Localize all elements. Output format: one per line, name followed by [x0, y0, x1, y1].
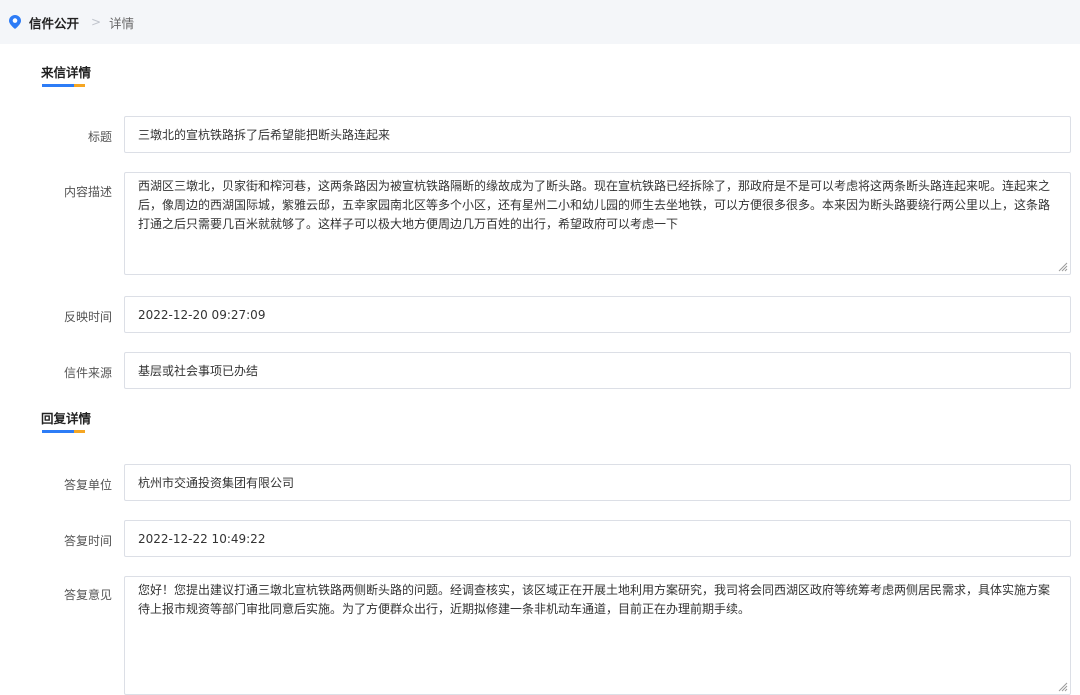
breadcrumb-bar: 信件公开 > 详情 — [0, 0, 1080, 44]
reply-section-title: 回复详情 — [41, 411, 92, 426]
description-text: 西湖区三墩北，贝家街和榨河巷，这两条路因为被宣杭铁路隔断的缘故成为了断头路。现在… — [138, 179, 1051, 231]
detail-panel: 来信详情 标题 三墩北的宣杭铁路拆了后希望能把断头路连起来 内容描述 西湖区三墩… — [6, 44, 1080, 695]
opinion-textarea[interactable]: 您好！您提出建议打通三墩北宣杭铁路两侧断头路的问题。经调查核实，该区域正在开展土… — [124, 576, 1071, 695]
submit-time-label: 反映时间 — [63, 310, 112, 324]
breadcrumb-current: 详情 — [109, 15, 135, 31]
unit-label: 答复单位 — [63, 478, 112, 492]
opinion-label: 答复意见 — [63, 588, 112, 602]
map-pin-icon — [9, 15, 21, 29]
reply-section-underline — [42, 430, 85, 433]
source-field[interactable]: 基层或社会事项已办结 — [124, 352, 1071, 389]
breadcrumb-separator: > — [91, 15, 102, 29]
description-textarea[interactable]: 西湖区三墩北，贝家街和榨河巷，这两条路因为被宣杭铁路隔断的缘故成为了断头路。现在… — [124, 172, 1071, 275]
source-label: 信件来源 — [63, 366, 112, 380]
description-label: 内容描述 — [63, 185, 112, 199]
resize-handle-icon[interactable] — [1058, 682, 1068, 692]
letter-section-title: 来信详情 — [41, 65, 92, 80]
letter-section-underline — [42, 84, 85, 87]
title-label: 标题 — [87, 130, 112, 144]
reply-time-label: 答复时间 — [63, 534, 112, 548]
breadcrumb-root-link[interactable]: 信件公开 — [29, 13, 79, 32]
opinion-text: 您好！您提出建议打通三墩北宣杭铁路两侧断头路的问题。经调查核实，该区域正在开展土… — [138, 583, 1051, 616]
reply-time-field[interactable]: 2022-12-22 10:49:22 — [124, 520, 1071, 557]
unit-field[interactable]: 杭州市交通投资集团有限公司 — [124, 464, 1071, 501]
submit-time-field[interactable]: 2022-12-20 09:27:09 — [124, 296, 1071, 333]
resize-handle-icon[interactable] — [1058, 262, 1068, 272]
title-field[interactable]: 三墩北的宣杭铁路拆了后希望能把断头路连起来 — [124, 116, 1071, 153]
